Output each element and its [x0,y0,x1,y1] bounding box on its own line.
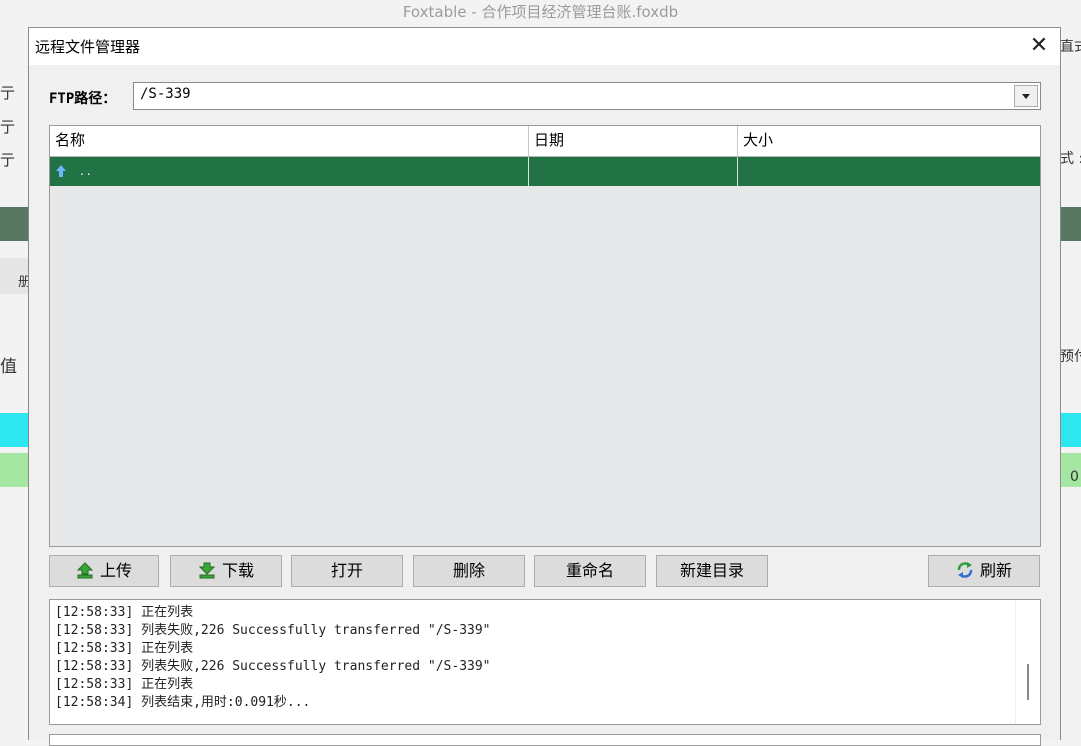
upload-label: 上传 [99,561,132,580]
log-scrollbar[interactable] [1015,600,1040,724]
download-label: 下载 [221,561,254,580]
app-title: Foxtable - 合作项目经济管理台账.foxdb [402,3,679,21]
bg-right-text: 直式 [1060,39,1081,55]
delete-button[interactable]: 删除 [413,555,525,587]
new-directory-button[interactable]: 新建目录 [656,555,768,587]
bg-left-text: 亍 [0,151,16,169]
log-line: [12:58:33] 正在列表 [55,605,194,620]
chevron-down-icon[interactable] [1014,85,1038,107]
bg-band [1060,413,1081,447]
bg-right-text: 0 [1070,469,1079,485]
upload-icon [76,562,94,579]
log-line: [12:58:33] 列表失败,226 Successfully transfe… [55,659,491,674]
bg-right-text: 预付 [1060,349,1081,365]
rename-button[interactable]: 重命名 [534,555,646,587]
dialog-title: 远程文件管理器 [35,38,141,56]
ftp-path-label: FTP路径： [49,91,117,107]
download-icon [198,562,216,579]
close-icon[interactable]: ✕ [1026,32,1052,60]
column-header-name[interactable]: 名称 [50,126,529,156]
table-row[interactable]: .. [50,157,1040,186]
bg-left-text: 值 [0,357,17,377]
cell-name[interactable]: .. [50,157,529,186]
remote-file-manager-dialog: 远程文件管理器 ✕ FTP路径： /S-339 名称 日期 大小 .. 上传 下… [28,27,1061,746]
column-header-size[interactable]: 大小 [738,126,1040,156]
background-right-strip: 直式 式 : 预付 0 [1060,28,1081,739]
file-list-grid[interactable]: 名称 日期 大小 .. [49,125,1041,547]
bg-left-text: 亍 [0,84,16,102]
upload-button[interactable]: 上传 [49,555,159,587]
refresh-button[interactable]: 刷新 [928,555,1040,587]
grid-header: 名称 日期 大小 [50,126,1040,157]
bg-left-text: 亍 [0,118,16,136]
bg-band [0,413,28,447]
up-folder-icon [56,165,66,177]
cell-date[interactable] [529,157,738,186]
bg-band [0,207,28,241]
ftp-path-combobox[interactable]: /S-339 [133,82,1041,110]
refresh-label: 刷新 [979,561,1012,580]
log-line: [12:58:33] 列表失败,226 Successfully transfe… [55,623,491,638]
column-header-date[interactable]: 日期 [529,126,738,156]
log-textarea[interactable]: [12:58:33] 正在列表 [12:58:33] 列表失败,226 Succ… [49,599,1041,725]
download-button[interactable]: 下载 [170,555,282,587]
background-left-strip: 亍 亍 亍 册 值 [0,28,31,739]
dialog-titlebar[interactable]: 远程文件管理器 ✕ [29,28,1060,65]
scrollbar-thumb[interactable] [1027,664,1029,700]
transfer-queue-grid[interactable] [49,734,1041,746]
open-button[interactable]: 打开 [291,555,403,587]
ftp-path-value[interactable]: /S-339 [140,86,191,102]
row-name-text: .. [80,164,94,178]
refresh-icon [957,562,973,578]
log-line: [12:58:33] 正在列表 [55,641,194,656]
log-line: [12:58:33] 正在列表 [55,677,194,692]
cell-size[interactable] [738,157,1040,186]
bg-right-text: 式 : [1060,151,1081,167]
log-line: [12:58:34] 列表结束,用时:0.091秒... [55,695,311,710]
bg-band [1060,207,1081,241]
bg-band [0,453,28,487]
